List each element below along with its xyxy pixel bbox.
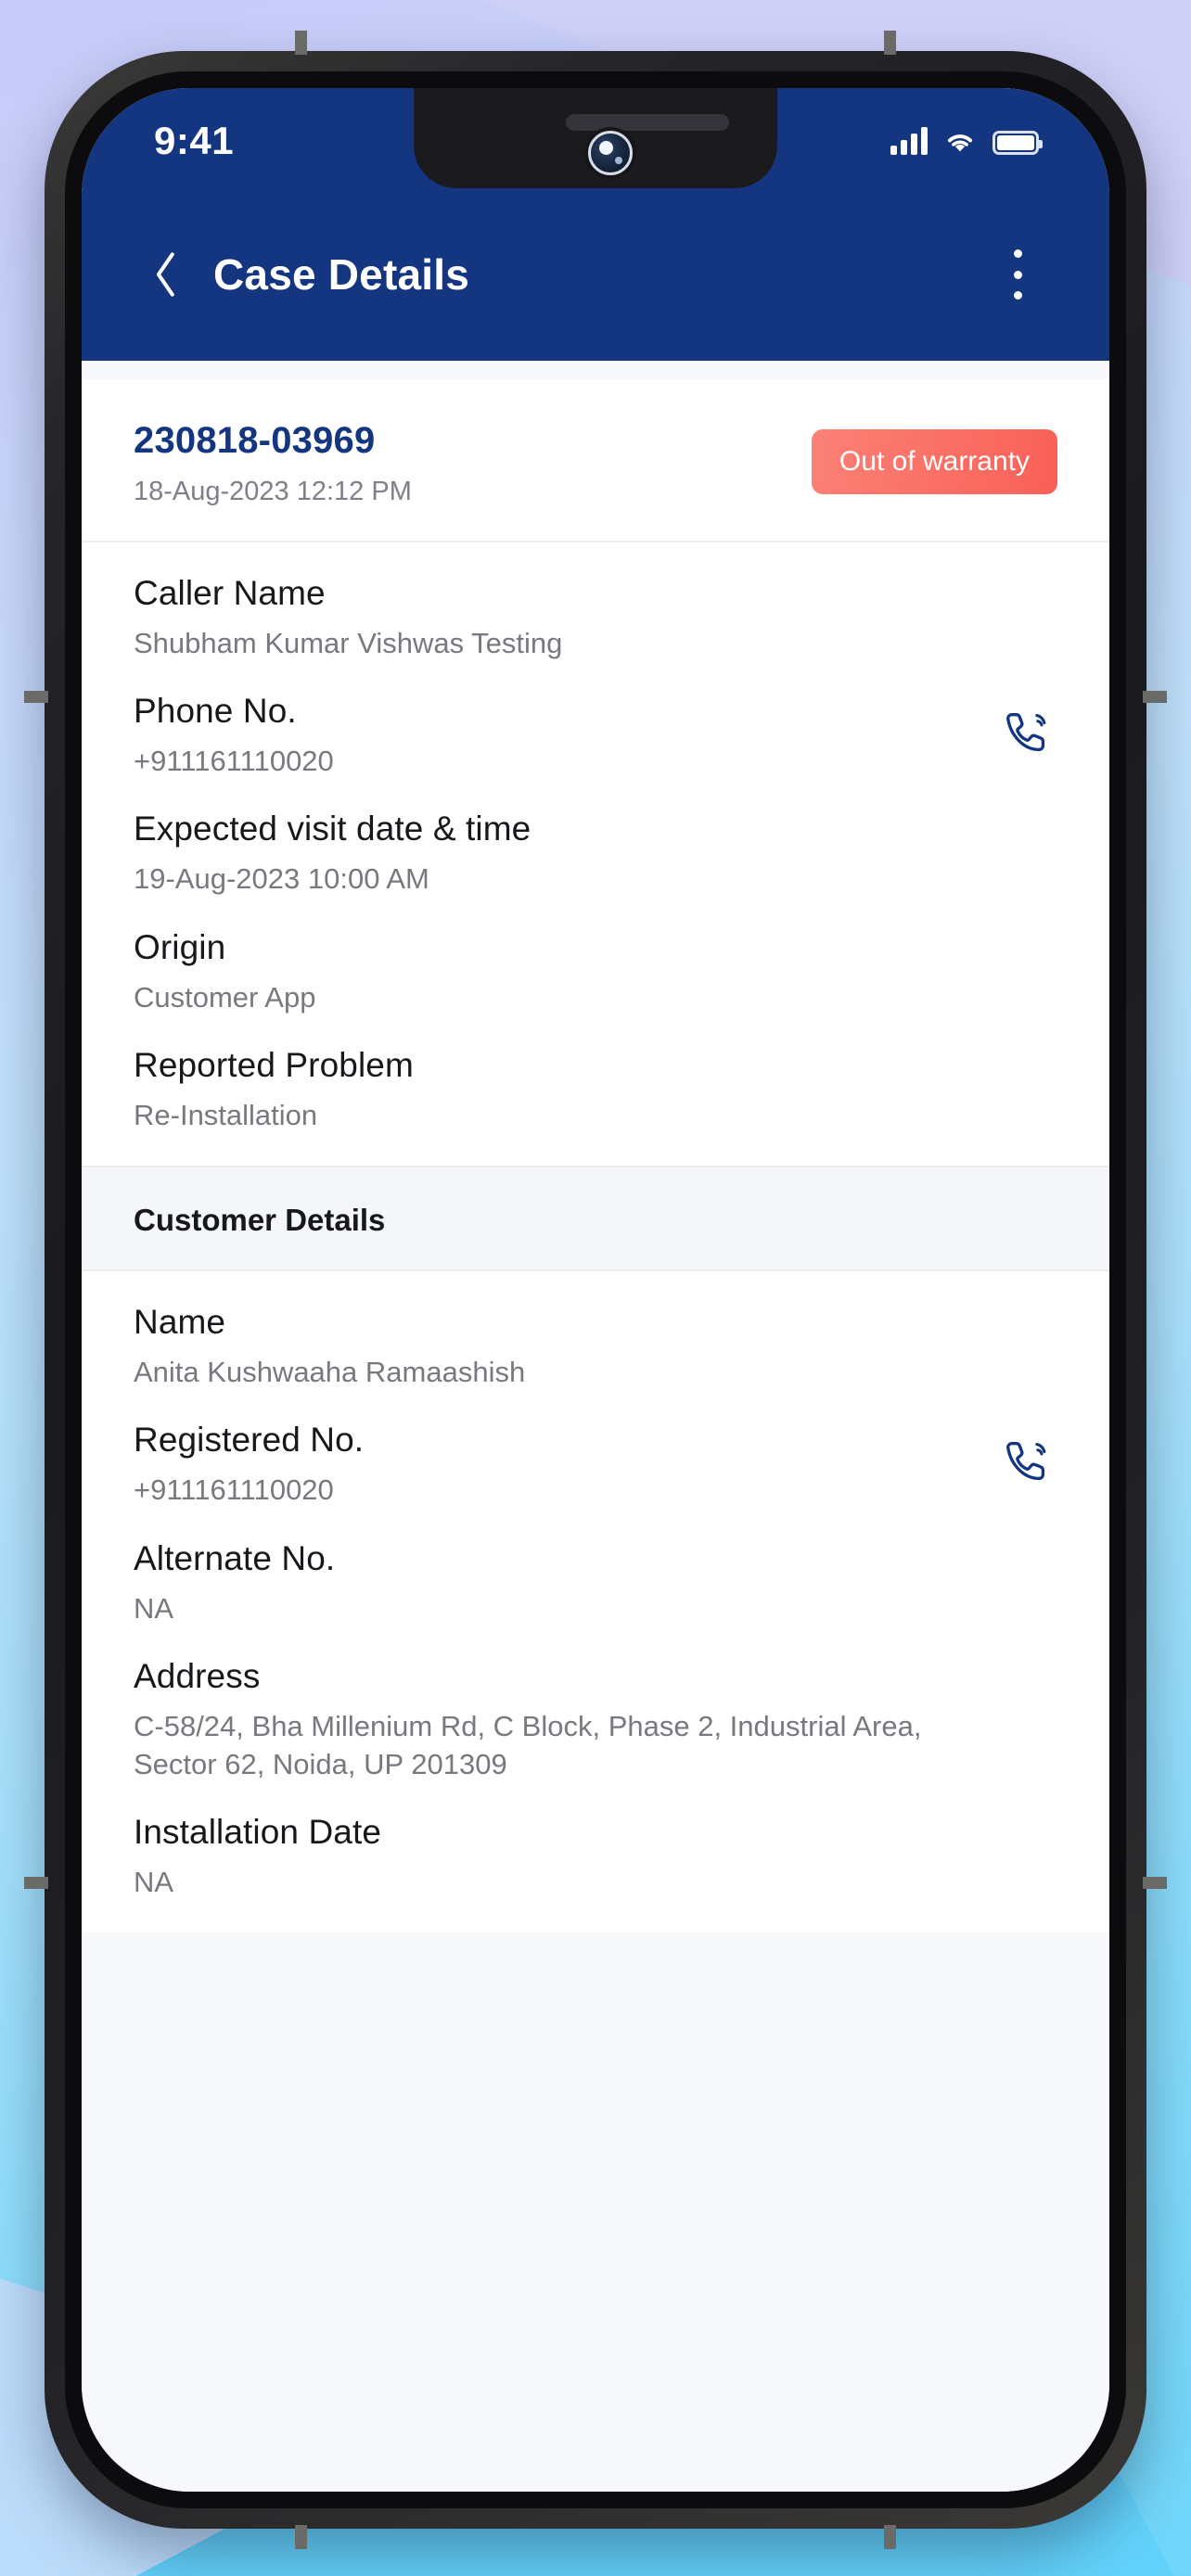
field-row: Registered No. +911161110020 xyxy=(134,1395,1057,1512)
dynamic-island-notch xyxy=(414,88,777,188)
warranty-status-badge: Out of warranty xyxy=(811,429,1057,494)
field-row: Caller Name Shubham Kumar Vishwas Testing xyxy=(134,548,1057,666)
call-icon[interactable] xyxy=(1000,1435,1054,1489)
field-row: Expected visit date & time 19-Aug-2023 10… xyxy=(134,784,1057,901)
field-row: Origin Customer App xyxy=(134,902,1057,1020)
field-value: Anita Kushwaaha Ramaashish xyxy=(134,1356,526,1389)
field-value: +911161110020 xyxy=(134,745,334,778)
field-label: Caller Name xyxy=(134,574,326,612)
front-camera-icon xyxy=(588,131,633,175)
wallpaper-background: 9:41 Case Details 230818-03969 18-Aug-20… xyxy=(0,0,1191,2576)
field-row: Reported Problem Re-Installation xyxy=(134,1020,1057,1138)
customer-details-section-header: Customer Details xyxy=(82,1166,1109,1272)
case-created-timestamp: 18-Aug-2023 12:12 PM xyxy=(134,477,412,506)
overflow-menu-button[interactable] xyxy=(992,246,1043,303)
customer-details-card: Name Anita Kushwaaha Ramaashish Registered… xyxy=(82,1271,1109,1933)
antenna-line-bottom-left xyxy=(295,2525,307,2549)
antenna-line-right-top xyxy=(1143,691,1167,703)
field-value: NA xyxy=(134,1866,174,1899)
field-row: Name Anita Kushwaaha Ramaashish xyxy=(134,1277,1057,1395)
case-header-row: 230818-03969 18-Aug-2023 12:12 PM Out of… xyxy=(82,379,1109,542)
page-title: Case Details xyxy=(213,250,469,299)
field-label: Alternate No. xyxy=(134,1538,336,1577)
field-value: Shubham Kumar Vishwas Testing xyxy=(134,627,563,659)
case-id-block: 230818-03969 18-Aug-2023 12:12 PM xyxy=(134,420,412,507)
field-value: Customer App xyxy=(134,980,316,1014)
earpiece-speaker xyxy=(566,114,729,131)
field-row: Alternate No. NA xyxy=(134,1513,1057,1631)
field-label: Registered No. xyxy=(134,1421,365,1460)
call-icon[interactable] xyxy=(1000,707,1054,760)
status-bar-icons xyxy=(890,127,1043,155)
customer-field-list: Name Anita Kushwaaha Ramaashish Registered… xyxy=(82,1271,1109,1932)
kebab-dot xyxy=(1013,249,1022,258)
antenna-line-top-left xyxy=(295,31,307,55)
case-details-scroll-area[interactable]: 230818-03969 18-Aug-2023 12:12 PM Out of… xyxy=(82,361,1109,2492)
field-value: Re-Installation xyxy=(134,1098,318,1131)
kebab-dot xyxy=(1013,291,1022,300)
field-value: 19-Aug-2023 10:00 AM xyxy=(134,862,429,896)
chevron-left-icon xyxy=(156,252,174,297)
antenna-line-bottom-right xyxy=(884,2525,896,2549)
wifi-icon xyxy=(947,134,973,152)
back-button[interactable] xyxy=(139,248,193,301)
case-summary-card: 230818-03969 18-Aug-2023 12:12 PM Out of… xyxy=(82,379,1109,1167)
case-field-list: Caller Name Shubham Kumar Vishwas Testing… xyxy=(82,542,1109,1166)
antenna-line-right-bottom xyxy=(1143,1877,1167,1889)
field-label: Expected visit date & time xyxy=(134,810,531,848)
customer-details-heading: Customer Details xyxy=(134,1203,386,1238)
field-value: NA xyxy=(134,1591,174,1625)
antenna-line-top-right xyxy=(884,31,896,55)
content-top-gap xyxy=(82,361,1109,379)
field-row: Address C-58/24, Bha Millenium Rd, C Bloc… xyxy=(134,1631,1057,1787)
field-row: Installation Date NA xyxy=(134,1787,1057,1905)
field-label: Reported Problem xyxy=(134,1045,414,1084)
antenna-line-left-bottom xyxy=(24,1877,48,1889)
battery-icon xyxy=(992,131,1043,155)
field-label: Origin xyxy=(134,927,226,966)
phone-screen: 9:41 Case Details 230818-03969 18-Aug-20… xyxy=(82,88,1109,2492)
phone-bezel: 9:41 Case Details 230818-03969 18-Aug-20… xyxy=(65,71,1126,2508)
field-label: Address xyxy=(134,1656,261,1695)
phone-device-frame: 9:41 Case Details 230818-03969 18-Aug-20… xyxy=(24,31,1167,2549)
field-label: Installation Date xyxy=(134,1813,382,1852)
field-label: Phone No. xyxy=(134,692,297,731)
kebab-dot xyxy=(1013,270,1022,279)
field-value: +911161110020 xyxy=(134,1473,334,1507)
signal-bars-icon xyxy=(890,127,928,155)
field-label: Name xyxy=(134,1303,226,1342)
antenna-line-left-top xyxy=(24,691,48,703)
app-bar: Case Details xyxy=(82,188,1109,361)
case-id: 230818-03969 xyxy=(134,420,376,461)
field-row: Phone No. +911161110020 xyxy=(134,666,1057,784)
field-value: C-58/24, Bha Millenium Rd, C Block, Phas… xyxy=(134,1709,922,1780)
status-bar-clock: 9:41 xyxy=(154,119,235,162)
